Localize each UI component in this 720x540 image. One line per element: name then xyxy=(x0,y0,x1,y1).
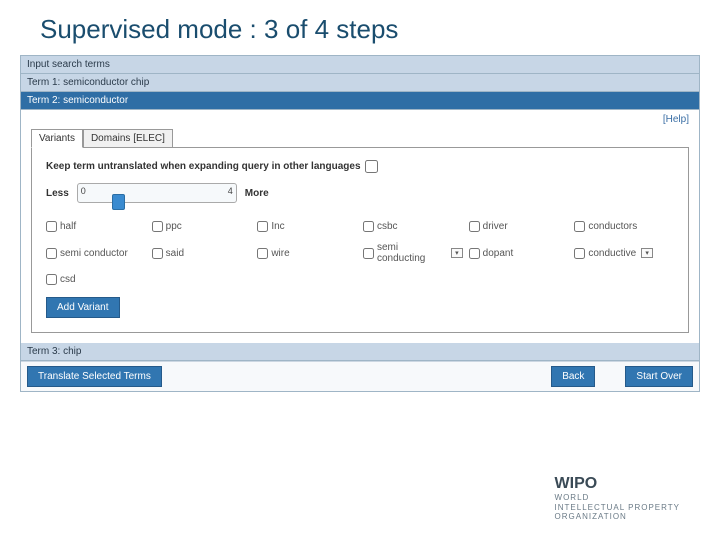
wipo-tagline-2: INTELLECTUAL PROPERTY xyxy=(555,503,680,513)
variant-conductors[interactable]: conductors xyxy=(574,221,674,232)
help-link[interactable]: [Help] xyxy=(21,110,699,129)
chevron-down-icon[interactable]: ▾ xyxy=(641,248,653,258)
tabs: Variants Domains [ELEC] xyxy=(21,129,699,148)
start-over-button[interactable]: Start Over xyxy=(625,366,693,387)
variants-grid: half ppc Inc csbc driver conductors semi… xyxy=(46,221,674,285)
tab-domains[interactable]: Domains [ELEC] xyxy=(83,129,173,148)
action-buttons: Translate Selected Terms Back Start Over xyxy=(21,361,699,391)
term-3-header[interactable]: Term 3: chip xyxy=(21,343,699,361)
slider-row: Less 0 4 More xyxy=(46,183,674,203)
slider-handle[interactable] xyxy=(112,194,125,210)
chevron-down-icon[interactable]: ▾ xyxy=(451,248,463,258)
search-panel: Input search terms Term 1: semiconductor… xyxy=(20,55,700,392)
term-2-header[interactable]: Term 2: semiconductor xyxy=(21,92,699,110)
variant-said[interactable]: said xyxy=(152,242,252,264)
add-variant-button[interactable]: Add Variant xyxy=(46,297,120,318)
variant-csbc[interactable]: csbc xyxy=(363,221,463,232)
variant-half[interactable]: half xyxy=(46,221,146,232)
variant-semi-conductor[interactable]: semi conductor xyxy=(46,242,146,264)
variant-driver[interactable]: driver xyxy=(469,221,569,232)
back-button[interactable]: Back xyxy=(551,366,595,387)
variants-pane: Keep term untranslated when expanding qu… xyxy=(31,147,689,333)
slider-max: 4 xyxy=(228,186,233,196)
variant-dopant[interactable]: dopant xyxy=(469,242,569,264)
wipo-brand: WIPO xyxy=(555,474,680,493)
variant-inc[interactable]: Inc xyxy=(257,221,357,232)
variant-csd[interactable]: csd xyxy=(46,274,146,285)
variant-wire[interactable]: wire xyxy=(257,242,357,264)
variant-conductive[interactable]: conductive▾ xyxy=(574,242,674,264)
keep-untranslated-row: Keep term untranslated when expanding qu… xyxy=(46,160,674,173)
slider-less-label: Less xyxy=(46,188,69,199)
variant-slider[interactable]: 0 4 xyxy=(77,183,237,203)
slide-title: Supervised mode : 3 of 4 steps xyxy=(0,0,720,55)
input-search-terms-header: Input search terms xyxy=(21,56,699,74)
term-1-header[interactable]: Term 1: semiconductor chip xyxy=(21,74,699,92)
slider-min: 0 xyxy=(81,186,86,196)
wipo-logo: WIPO WORLD INTELLECTUAL PROPERTY ORGANIZ… xyxy=(555,474,680,522)
translate-selected-terms-button[interactable]: Translate Selected Terms xyxy=(27,366,162,387)
variant-ppc[interactable]: ppc xyxy=(152,221,252,232)
slider-more-label: More xyxy=(245,188,269,199)
tab-variants[interactable]: Variants xyxy=(31,129,83,148)
wipo-tagline-1: WORLD xyxy=(555,493,680,503)
keep-untranslated-label: Keep term untranslated when expanding qu… xyxy=(46,161,361,172)
keep-untranslated-checkbox[interactable] xyxy=(365,160,378,173)
wipo-tagline-3: ORGANIZATION xyxy=(555,512,680,522)
variant-semi-conducting[interactable]: semi conducting▾ xyxy=(363,242,463,264)
